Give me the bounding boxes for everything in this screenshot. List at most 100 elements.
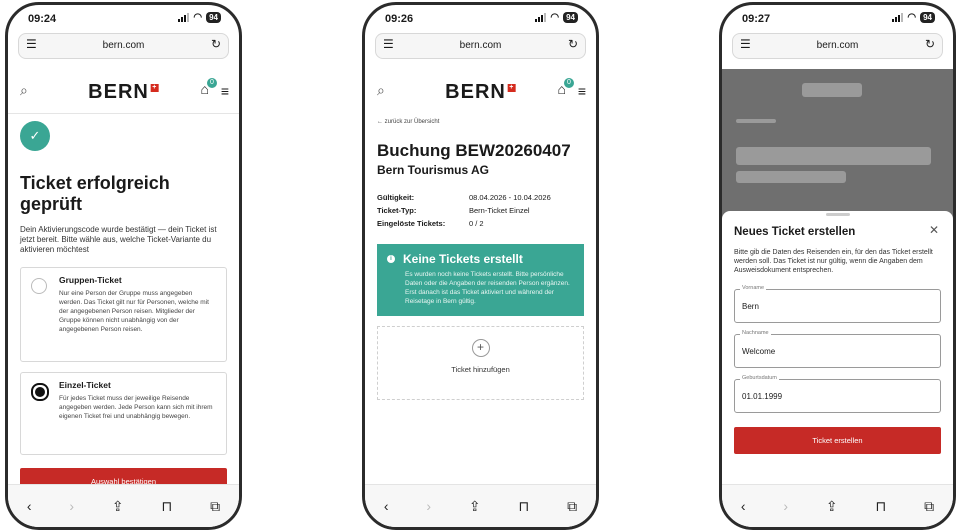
detail-row: Eingelöste Tickets: 0 / 2 xyxy=(377,219,484,228)
new-ticket-sheet: Neues Ticket erstellen ✕ Bitte gib die D… xyxy=(722,211,953,485)
wifi-icon: ◠ xyxy=(193,12,203,23)
reload-icon[interactable]: ↻ xyxy=(568,37,578,51)
dimmed-background-overlay[interactable] xyxy=(722,69,953,219)
success-check-icon: ✓ xyxy=(20,121,50,151)
wifi-icon: ◠ xyxy=(907,12,917,23)
hamburger-menu-icon[interactable]: ≡ xyxy=(578,83,586,99)
option-title: Einzel-Ticket xyxy=(59,380,111,390)
cart-badge: 0 xyxy=(207,78,217,88)
forward-icon[interactable]: › xyxy=(426,498,431,514)
sheet-title: Neues Ticket erstellen xyxy=(734,226,856,238)
address-bar[interactable]: ☰ bern.com ↻ xyxy=(732,33,943,59)
blurred-subtitle xyxy=(736,171,846,183)
birthdate-field[interactable]: Geburtsdatum 01.01.1999 xyxy=(734,375,941,413)
browser-toolbar: ‹ › ⇪ ⊓ ⧉ xyxy=(722,484,953,527)
field-label: Vorname xyxy=(740,285,767,291)
bookmarks-icon[interactable]: ⊓ xyxy=(875,498,886,515)
browser-toolbar: ‹ › ⇪ ⊓ ⧉ xyxy=(365,484,596,527)
back-to-overview-link[interactable]: ← zurück zur Übersicht xyxy=(377,119,584,125)
radio-button-selected[interactable] xyxy=(31,383,49,401)
tabs-icon[interactable]: ⧉ xyxy=(210,498,220,515)
blurred-logo xyxy=(802,83,862,97)
option-description: Für jedes Ticket muss der jeweilige Reis… xyxy=(59,395,213,420)
field-value: Welcome xyxy=(742,347,776,356)
search-icon[interactable]: ⌕ xyxy=(377,82,385,99)
field-label: Geburtsdatum xyxy=(740,375,779,381)
wifi-icon: ◠ xyxy=(550,12,560,23)
url-host: bern.com xyxy=(102,40,145,51)
bookmarks-icon[interactable]: ⊓ xyxy=(518,498,529,515)
page-title: Ticket erfolgreich geprüft xyxy=(20,173,170,214)
address-bar[interactable]: ☰ bern.com ↻ xyxy=(375,33,586,59)
tabs-icon[interactable]: ⧉ xyxy=(567,498,577,515)
intro-text: Dein Aktivierungscode wurde bestätigt — … xyxy=(20,225,217,254)
blurred-back-link xyxy=(736,119,776,123)
status-bar: 09:26 ◠ 94 xyxy=(365,5,596,31)
tabs-icon[interactable]: ⧉ xyxy=(924,498,934,515)
field-label: Nachname xyxy=(740,330,771,336)
field-value: Bern xyxy=(742,302,759,311)
field-value: 01.01.1999 xyxy=(742,392,783,401)
back-icon[interactable]: ‹ xyxy=(27,498,32,514)
forward-icon[interactable]: › xyxy=(69,498,74,514)
hamburger-menu-icon[interactable]: ≡ xyxy=(221,83,229,99)
booking-details: Gültigkeit: 08.04.2026 - 10.04.2026 Ticke… xyxy=(377,193,584,228)
detail-row: Gültigkeit: 08.04.2026 - 10.04.2026 xyxy=(377,193,551,202)
last-name-field[interactable]: Nachname Welcome xyxy=(734,330,941,368)
option-title: Gruppen-Ticket xyxy=(59,275,122,285)
add-ticket-label: Ticket hinzufügen xyxy=(451,365,510,374)
add-ticket-card[interactable]: + Ticket hinzufügen xyxy=(377,326,584,400)
radio-button[interactable] xyxy=(31,278,47,294)
main-content: ← zurück zur Übersicht Buchung BEW202604… xyxy=(377,115,584,400)
close-icon[interactable]: ✕ xyxy=(929,223,939,237)
url-host: bern.com xyxy=(459,40,502,51)
battery-icon: 94 xyxy=(920,12,935,23)
swiss-flag-icon: + xyxy=(507,84,516,92)
status-time: 09:27 xyxy=(742,13,771,25)
option-description: Nur eine Person der Gruppe muss angegebe… xyxy=(59,290,209,333)
url-host: bern.com xyxy=(816,40,859,51)
bern-logo[interactable]: BERN + xyxy=(88,81,159,104)
first-name-field[interactable]: Vorname Bern xyxy=(734,285,941,323)
reload-icon[interactable]: ↻ xyxy=(925,37,935,51)
main-content: ✓ Ticket erfolgreich geprüft Dein Aktivi… xyxy=(20,115,227,495)
phone-screen-ticket-selection: 09:24 ◠ 94 ☰ bern.com ↻ ⌕ BERN + ⌂ 0 ≡ ✓ Ti… xyxy=(5,2,242,530)
back-icon[interactable]: ‹ xyxy=(384,498,389,514)
bern-logo[interactable]: BERN + xyxy=(445,81,516,104)
blurred-title xyxy=(736,147,931,165)
share-icon[interactable]: ⇪ xyxy=(112,498,124,515)
address-bar[interactable]: ☰ bern.com ↻ xyxy=(18,33,229,59)
detail-row: Ticket-Typ: Bern-Ticket Einzel xyxy=(377,206,530,215)
status-bar: 09:27 ◠ 94 xyxy=(722,5,953,31)
phone-screen-booking: 09:26 ◠ 94 ☰ bern.com ↻ ⌕ BERN + ⌂ 0 ≡ ← zu… xyxy=(362,2,599,530)
status-bar: 09:24 ◠ 94 xyxy=(8,5,239,31)
create-ticket-button[interactable]: Ticket erstellen xyxy=(734,427,941,454)
battery-icon: 94 xyxy=(563,12,578,23)
site-header: ⌕ BERN + ⌂ 0 ≡ xyxy=(365,69,596,113)
share-icon[interactable]: ⇪ xyxy=(826,498,838,515)
battery-icon: 94 xyxy=(206,12,221,23)
back-icon[interactable]: ‹ xyxy=(741,498,746,514)
reload-icon[interactable]: ↻ xyxy=(211,37,221,51)
signal-icon xyxy=(535,13,547,22)
signal-icon xyxy=(892,13,904,22)
bookmarks-icon[interactable]: ⊓ xyxy=(161,498,172,515)
cart-icon[interactable]: ⌂ 0 xyxy=(201,78,217,97)
option-group-ticket[interactable]: Gruppen-Ticket Nur eine Person der Grupp… xyxy=(20,267,227,362)
sheet-grabber[interactable] xyxy=(825,213,850,216)
option-single-ticket[interactable]: Einzel-Ticket Für jedes Ticket muss der … xyxy=(20,372,227,455)
booking-company: Bern Tourismus AG xyxy=(377,163,490,177)
browser-toolbar: ‹ › ⇪ ⊓ ⧉ xyxy=(8,484,239,527)
swiss-flag-icon: + xyxy=(150,84,159,92)
booking-title: Buchung BEW20260407 xyxy=(377,141,571,160)
share-icon[interactable]: ⇪ xyxy=(469,498,481,515)
notice-text: Es wurden noch keine Tickets erstellt. B… xyxy=(405,271,570,305)
forward-icon[interactable]: › xyxy=(783,498,788,514)
cart-icon[interactable]: ⌂ 0 xyxy=(558,78,574,97)
cart-badge: 0 xyxy=(564,78,574,88)
arrow-left-icon: ← xyxy=(377,119,385,125)
status-time: 09:26 xyxy=(385,13,414,25)
plus-icon[interactable]: + xyxy=(471,339,490,357)
search-icon[interactable]: ⌕ xyxy=(20,82,28,99)
site-header: ⌕ BERN + ⌂ 0 ≡ xyxy=(8,69,239,114)
